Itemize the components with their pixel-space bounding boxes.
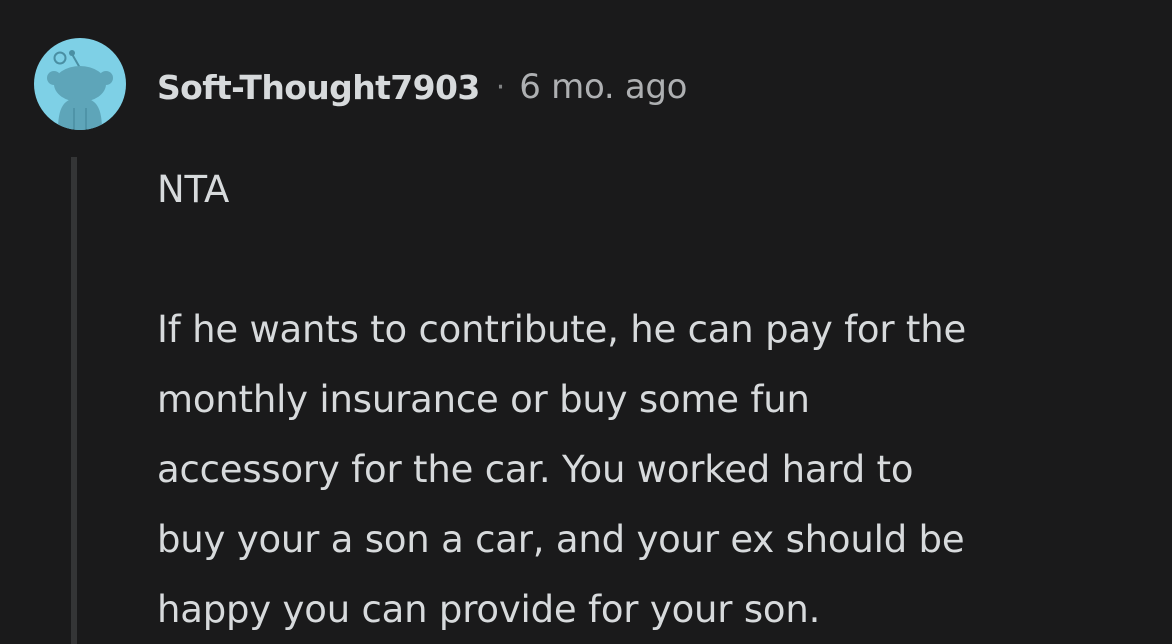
- user-avatar[interactable]: [34, 38, 126, 130]
- comment-paragraph: NTA: [157, 168, 230, 211]
- snoo-avatar-icon: [47, 50, 113, 130]
- comment-line: happy you can provide for your son.: [157, 588, 821, 631]
- comment-body: NTA If he wants to contribute, he can pa…: [157, 155, 1147, 644]
- comment-header: Soft-Thought7903 · 6 mo. ago: [157, 64, 687, 110]
- comment-line: If he wants to contribute, he can pay fo…: [157, 308, 967, 351]
- comment-line: accessory for the car. You worked hard t…: [157, 448, 914, 491]
- thread-collapse-line[interactable]: [71, 157, 77, 644]
- comment-line: buy your a son a car, and your ex should…: [157, 518, 965, 561]
- comment-line: monthly insurance or buy some fun: [157, 378, 810, 421]
- comment-timestamp[interactable]: 6 mo. ago: [519, 67, 687, 107]
- author-username[interactable]: Soft-Thought7903: [157, 68, 480, 107]
- meta-separator: ·: [495, 69, 506, 105]
- comment: Soft-Thought7903 · 6 mo. ago NTA If he w…: [0, 0, 1172, 644]
